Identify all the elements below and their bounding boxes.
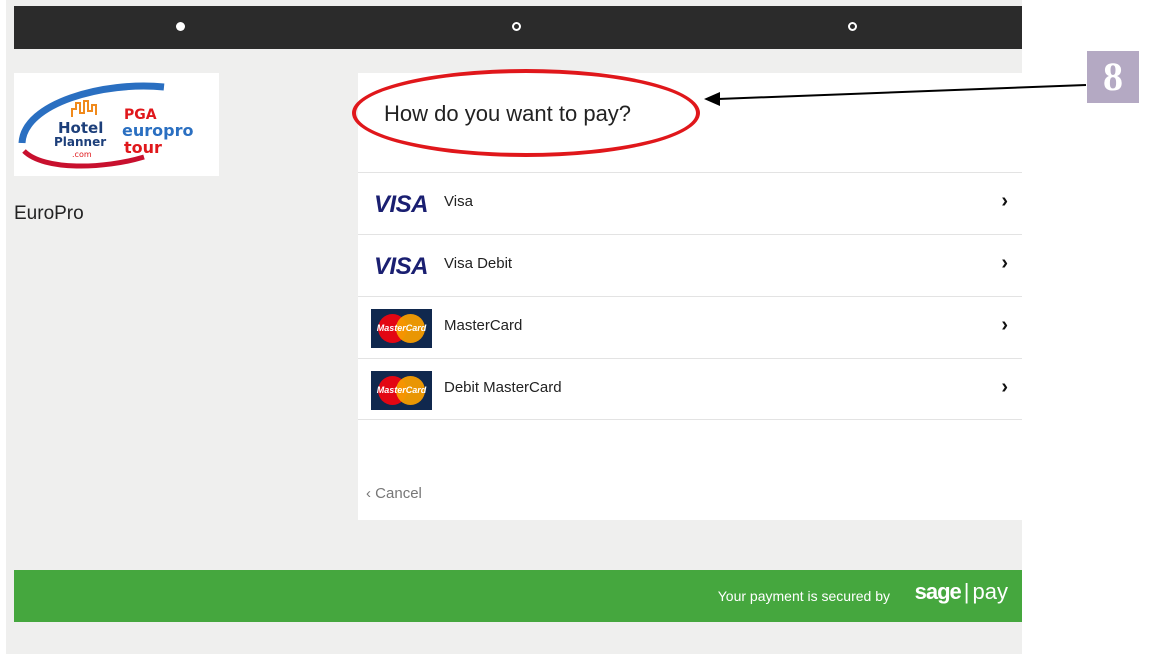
footer-bar: Your payment is secured by sage | pay (14, 570, 1022, 622)
secured-text: Your payment is secured by (717, 588, 890, 604)
method-row-mastercard[interactable]: MasterCard MasterCard › (358, 296, 1022, 358)
method-label: MasterCard (444, 317, 523, 334)
method-label: Visa Debit (444, 255, 513, 272)
visa-logo-icon: VISA (374, 191, 429, 218)
chevron-right-icon: › (1001, 252, 1008, 274)
cancel-label: Cancel (375, 485, 422, 502)
step-3-indicator (848, 22, 857, 31)
highlight-ellipse (352, 69, 700, 157)
mastercard-logo-icon: MasterCard (371, 309, 432, 348)
chevron-right-icon: › (1001, 190, 1008, 212)
merchant-name: EuroPro (14, 203, 84, 224)
method-row-debit-mastercard[interactable]: MasterCard Debit MasterCard › (358, 358, 1022, 420)
method-row-visa[interactable]: VISA Visa › (358, 172, 1022, 234)
step-1-indicator (176, 22, 185, 31)
svg-text:.com: .com (72, 150, 92, 159)
method-label: Debit MasterCard (444, 379, 562, 396)
method-row-visa-debit[interactable]: VISA Visa Debit › (358, 234, 1022, 296)
chevron-right-icon: › (1001, 376, 1008, 398)
tour-text: tour (124, 138, 162, 157)
svg-text:Planner: Planner (54, 135, 106, 149)
chevron-right-icon: › (1001, 314, 1008, 336)
step-2-indicator (512, 22, 521, 31)
mastercard-logo-icon: MasterCard (371, 371, 432, 410)
merchant-logo: Hotel Planner .com PGA europro tour (14, 73, 219, 176)
step-number-badge: 8 (1087, 51, 1139, 103)
sagepay-logo: sage | pay (914, 579, 1008, 604)
method-label: Visa (444, 193, 473, 210)
cancel-link[interactable]: ‹ Cancel (366, 485, 422, 502)
chevron-left-icon: ‹ (366, 485, 371, 502)
visa-logo-icon: VISA (374, 253, 429, 280)
progress-bar (14, 6, 1022, 49)
